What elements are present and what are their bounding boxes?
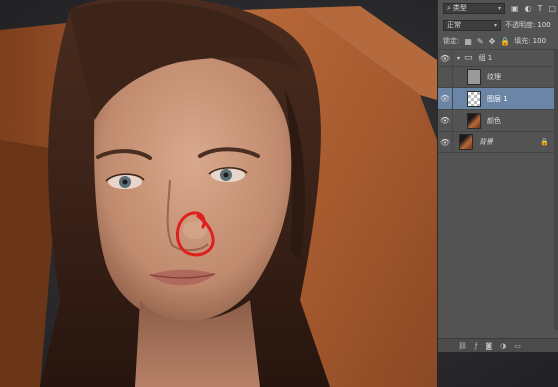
lock-all-icon[interactable]: 🔒 [500,37,510,46]
text-filter-icon[interactable]: T [538,4,543,13]
visibility-eye-icon[interactable]: 👁 [438,50,453,66]
layer-thumbnail [467,90,481,107]
layer-thumbnail [459,134,473,150]
fill-value[interactable]: 100 [533,37,546,45]
layer-thumbnail [467,69,481,85]
visibility-eye-icon[interactable]: 👁 [438,132,453,152]
filter-row: ⌕ 类型 ▾ ▣ ◐ T ▢ [438,0,558,17]
visibility-eye-off-icon[interactable] [438,67,453,87]
layer-row-texture[interactable]: 纹理 [438,66,558,87]
layer-name: 纹理 [487,73,501,81]
lock-paint-icon[interactable]: ✎ [477,37,484,46]
fx-icon[interactable]: ƒ [475,342,477,350]
layer-name: 背景 [479,138,493,146]
opacity-label: 不透明度: [505,21,536,29]
layer-row-layer1[interactable]: 👁 图层 1 [438,87,558,109]
lock-transparent-icon[interactable]: ▦ [464,37,472,46]
layer-thumbnail [467,112,481,129]
layer-name: 图层 1 [487,94,508,103]
blend-mode-select[interactable]: 正常 ▾ [443,19,501,31]
layer-row-background[interactable]: 👁 背景 🔒 [438,131,558,153]
link-layers-icon[interactable]: ⛓ [458,342,467,350]
scrollbar[interactable] [554,50,558,330]
chevron-down-icon: ▾ [497,5,501,12]
opacity-value[interactable]: 100 [537,21,550,29]
layer-row-group[interactable]: 👁 ▾ ▭ 组 1 [438,49,558,66]
layers-panel-footer: ⛓ ƒ ◙ ◑ ▭ [438,338,558,352]
filter-kind-select[interactable]: ⌕ 类型 ▾ [443,3,505,14]
visibility-eye-icon[interactable]: 👁 [438,88,453,109]
blend-row: 正常 ▾ 不透明度: 100 [438,17,558,33]
layer-name: 颜色 [487,116,501,125]
new-group-icon[interactable]: ▭ [514,342,521,350]
lock-move-icon[interactable]: ✥ [489,37,496,46]
lock-icon: 🔒 [540,138,549,146]
lock-label: 锁定: [443,37,460,45]
fill-label: 填充: [514,37,531,45]
layer-name: 组 1 [478,54,493,62]
lock-row: 锁定: ▦ ✎ ✥ 🔒 填充: 100 [438,34,558,48]
disclosure-triangle-icon[interactable]: ▾ [457,55,460,62]
visibility-eye-icon[interactable]: 👁 [438,110,453,131]
folder-icon: ▭ [464,53,473,63]
adjustment-filter-icon[interactable]: ◐ [525,4,532,13]
image-filter-icon[interactable]: ▣ [511,4,519,13]
shape-filter-icon[interactable]: ▢ [548,4,556,13]
layers-panel: ⌕ 类型 ▾ ▣ ◐ T ▢ 正常 ▾ 不透明度: 100 锁定: ▦ ✎ ✥ … [437,0,558,352]
search-icon: ⌕ [447,4,451,12]
layer-row-color[interactable]: 👁 颜色 [438,109,558,131]
mask-icon[interactable]: ◙ [485,342,492,350]
adjustment-icon[interactable]: ◑ [500,342,506,350]
chevron-down-icon: ▾ [493,21,497,29]
